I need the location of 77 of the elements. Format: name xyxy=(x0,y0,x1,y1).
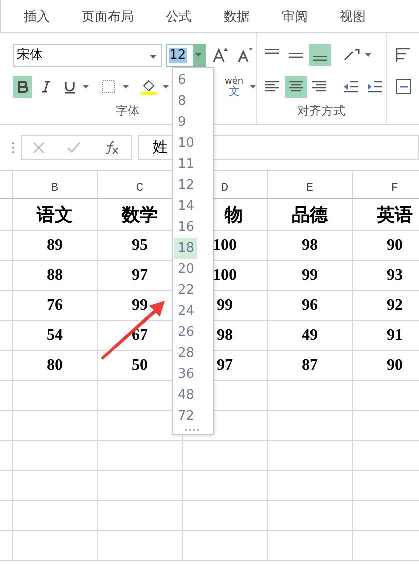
font-size-field[interactable]: 12 xyxy=(166,44,206,66)
italic-icon xyxy=(42,81,50,93)
phonetic-button[interactable]: wén 文 xyxy=(222,74,246,100)
table-cell: 99 xyxy=(268,261,353,291)
header-cell: 英语 xyxy=(353,199,419,231)
menu-item[interactable]: 9 xyxy=(174,112,197,133)
caret-icon xyxy=(83,85,90,89)
caret-icon xyxy=(123,85,130,89)
orientation-icon xyxy=(343,48,361,62)
font-name-field[interactable]: 宋体 xyxy=(13,44,162,66)
table-cell: 91 xyxy=(353,321,419,351)
phonetic-bottom: 文 xyxy=(228,87,240,97)
table-cell: 80 xyxy=(13,351,98,381)
ribbon-tab[interactable]: 公式 xyxy=(150,0,208,32)
menu-item[interactable]: 48 xyxy=(174,385,197,406)
menu-item[interactable]: 6 xyxy=(174,70,197,91)
dropdown-button[interactable] xyxy=(192,44,205,66)
bold-icon xyxy=(18,81,28,93)
table-cell: 92 xyxy=(353,291,419,321)
ribbon-tab[interactable]: 页面布局 xyxy=(66,0,150,32)
cancel-icon xyxy=(33,142,46,154)
ribbon-tab[interactable]: 审阅 xyxy=(266,0,324,32)
indent-icon xyxy=(368,81,382,93)
indent-icon xyxy=(344,81,358,93)
column-header[interactable]: B xyxy=(13,171,98,199)
table-cell: 88 xyxy=(13,261,98,291)
pointer-arrow xyxy=(100,300,166,360)
underline-icon xyxy=(64,80,75,94)
confirm-icon xyxy=(67,142,82,154)
table-cell: 90 xyxy=(353,231,419,261)
menu-item[interactable]: 10 xyxy=(174,133,197,154)
bold-button[interactable] xyxy=(13,76,32,98)
header-cell: 语文 xyxy=(13,199,98,231)
table-cell: 93 xyxy=(353,261,419,291)
font-name: 宋体 xyxy=(17,47,43,64)
phonetic-top: wén xyxy=(225,77,244,87)
align-lines-icon xyxy=(264,81,279,93)
table-cell: 90 xyxy=(353,351,419,381)
horizontal-align-button[interactable] xyxy=(284,76,307,98)
table-cell: 76 xyxy=(13,291,98,321)
font-shrink-icon xyxy=(237,47,254,63)
function-icon xyxy=(104,140,120,154)
ribbon-tab[interactable]: 数据 xyxy=(208,0,266,32)
ribbon-tab[interactable]: 插入 xyxy=(8,0,66,32)
align-lines-icon xyxy=(289,52,303,58)
caret-icon xyxy=(195,53,202,57)
group-label: 字体 xyxy=(115,103,141,120)
paint-bucket-icon xyxy=(140,79,157,95)
table-cell: 98 xyxy=(268,231,353,261)
table-cell: 89 xyxy=(13,231,98,261)
menu-item[interactable]: 72 xyxy=(174,406,197,427)
wrap-text-icon xyxy=(396,47,412,63)
column-header[interactable]: E xyxy=(268,171,353,199)
group-label: 对齐方式 xyxy=(296,103,346,120)
ribbon-tab[interactable]: 视图 xyxy=(324,0,382,32)
align-lines-icon xyxy=(313,56,327,61)
align-lines-icon xyxy=(288,81,303,93)
table-cell: 96 xyxy=(268,291,353,321)
font-size-value: 12 xyxy=(168,48,188,62)
align-lines-icon xyxy=(312,81,326,93)
caret-icon xyxy=(250,85,256,89)
table-cell: 49 xyxy=(268,321,353,351)
align-lines-icon xyxy=(265,49,279,54)
borders-icon xyxy=(102,80,116,94)
caret-icon xyxy=(150,54,157,58)
header-cell: 品德 xyxy=(268,199,353,231)
menu-item[interactable]: 18 xyxy=(174,238,197,259)
table-cell: 54 xyxy=(13,321,98,351)
column-header[interactable]: F xyxy=(353,171,419,199)
caret-icon xyxy=(365,53,372,57)
vertical-align-button[interactable] xyxy=(309,44,331,66)
grip-icon xyxy=(12,142,15,154)
menu-item[interactable]: 8 xyxy=(174,91,197,112)
caret-icon xyxy=(162,85,169,89)
merge-cells-icon xyxy=(396,79,412,95)
table-cell: 87 xyxy=(268,351,353,381)
font-grow-icon xyxy=(212,47,228,63)
